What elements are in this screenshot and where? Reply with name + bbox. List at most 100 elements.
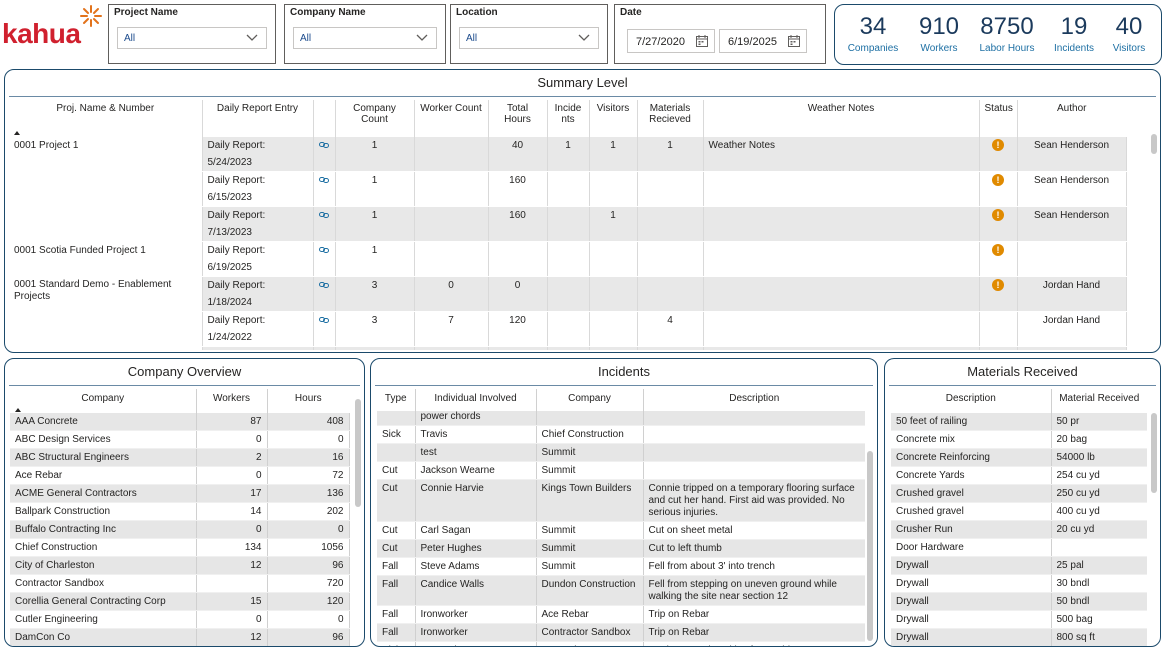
material-row[interactable]: Crushed gravel 400 cu yd (891, 502, 1147, 521)
project-name-dropdown[interactable]: All (117, 27, 267, 49)
col-header-company[interactable]: Company (536, 389, 644, 411)
link-icon[interactable] (319, 281, 329, 289)
link-icon[interactable] (319, 316, 329, 324)
link-icon[interactable] (319, 211, 329, 219)
col-header-visitors[interactable]: Visitors (589, 100, 638, 137)
link-cell[interactable] (313, 206, 336, 242)
company-row[interactable]: Delta Concrete81648 (10, 647, 349, 648)
col-header-workers[interactable]: Workers (196, 389, 268, 413)
location-dropdown[interactable]: All (459, 27, 599, 49)
link-cell[interactable] (313, 311, 336, 347)
incident-row[interactable]: Fall Ironworker Ace Rebar Trip on Rebar (377, 605, 865, 624)
col-header-incidents[interactable]: Incidents (547, 100, 590, 137)
company-scrollbar[interactable] (355, 399, 361, 507)
summary-table-viewport: Proj. Name & Number Daily Report Entry C… (9, 100, 1129, 350)
company-row[interactable]: City of Charleston 12 96 (10, 556, 350, 575)
link-cell[interactable] (313, 276, 336, 312)
company-row[interactable]: Ballpark Construction 14 202 (10, 502, 350, 521)
material-row[interactable]: Drywall Sheets100 ea (891, 647, 1147, 648)
incident-row[interactable]: Fall Steve Adams Summit Fell from about 3' … (377, 557, 865, 576)
report-entry-cell[interactable]: Daily Report: 5/24/2023 (202, 137, 314, 172)
material-row[interactable]: Concrete Yards 254 cu yd (891, 466, 1147, 485)
summary-scrollbar[interactable] (1151, 134, 1157, 154)
incident-row[interactable]: Fall Candice Walls Dundon Construction Fell… (377, 575, 865, 606)
col-header-weather[interactable]: Weather Notes (703, 100, 980, 137)
summary-row[interactable]: Daily Report: 6/15/2023 1 160! Sean Henders… (9, 171, 1127, 207)
material-row[interactable]: Crushed gravel 250 cu yd (891, 484, 1147, 503)
link-cell[interactable] (313, 171, 336, 207)
report-entry-cell[interactable]: Daily Report: 7/13/2023 (202, 206, 314, 242)
incident-row[interactable]: Cut Connie Harvie Kings Town Builders Conni… (377, 479, 865, 522)
company-row[interactable]: ABC Design Services 0 0 (10, 430, 350, 449)
incident-row[interactable]: Cut Jackson Wearne Summit (377, 461, 865, 480)
col-header-project[interactable]: Proj. Name & Number (9, 100, 203, 137)
material-row[interactable]: Drywall 25 pal (891, 556, 1147, 575)
col-header-total-hours[interactable]: Total Hours (488, 100, 548, 137)
summary-row[interactable]: 0001 Standard Demo - Enablement Projects… (9, 276, 1127, 312)
material-row[interactable]: Concrete mix 20 bag (891, 430, 1147, 449)
link-icon[interactable] (319, 141, 329, 149)
material-row[interactable]: Door Hardware (891, 538, 1147, 557)
report-entry-cell[interactable]: Daily Report: 10/1/2021 (202, 346, 314, 350)
company-row[interactable]: DamCon Co 12 96 (10, 628, 350, 646)
end-date-input[interactable]: 6/19/2025 (719, 29, 807, 53)
incident-company-cell: Kings Town Builders (536, 479, 644, 522)
company-name-dropdown[interactable]: All (293, 27, 437, 49)
company-row[interactable]: ABC Structural Engineers 2 16 (10, 448, 350, 467)
incident-row[interactable]: Cut Carl Sagan Summit Cut on sheet metal (377, 521, 865, 540)
col-header-type[interactable]: Type (377, 389, 416, 411)
link-cell[interactable] (313, 241, 336, 277)
company-row[interactable]: AAA Concrete 87 408 (10, 413, 350, 431)
material-row[interactable]: Drywall 50 bndl (891, 592, 1147, 611)
col-header-description[interactable]: Description (891, 389, 1052, 413)
incidents-scrollbar[interactable] (867, 451, 873, 641)
col-header-worker-count[interactable]: Worker Count (414, 100, 489, 137)
company-row[interactable]: Buffalo Contracting Inc 0 0 (10, 520, 350, 539)
link-cell[interactable] (313, 137, 336, 172)
col-header-company-count[interactable]: Company Count (335, 100, 415, 137)
material-row[interactable]: Drywall 800 sq ft (891, 628, 1147, 646)
incident-row[interactable]: power chords (377, 411, 865, 426)
col-header-entry[interactable]: Daily Report Entry (202, 100, 314, 137)
company-row[interactable]: Corellia General Contracting Corp 15 120 (10, 592, 350, 611)
col-header-materials[interactable]: Materials Recieved (637, 100, 704, 137)
report-entry-cell[interactable]: Daily Report: 6/19/2025 (202, 241, 314, 277)
material-row[interactable]: 50 feet of railing 50 pr (891, 413, 1147, 431)
link-icon[interactable] (319, 246, 329, 254)
incident-row[interactable]: Fall Ironworker Contractor Sandbox Trip on … (377, 623, 865, 642)
incident-row[interactable]: Cut Peter Hughes Summit Cut to left thumb (377, 539, 865, 558)
col-header-description[interactable]: Description (643, 389, 865, 411)
materials-scrollbar[interactable] (1151, 413, 1157, 493)
summary-row[interactable]: Daily Report: 10/1/2021 37120 4 Jordan Hand (9, 346, 1127, 350)
incident-row[interactable]: SickJon SmitAce RebarWorker tested posit… (377, 641, 865, 646)
company-row[interactable]: Contractor Sandbox 720 (10, 574, 350, 593)
hours-cell: 16 (267, 448, 350, 467)
col-header-company[interactable]: Company (10, 389, 197, 413)
company-row[interactable]: ACME General Contractors 17 136 (10, 484, 350, 503)
summary-row[interactable]: 0001 Scotia Funded Project 1 Daily Report… (9, 241, 1127, 277)
col-header-individual[interactable]: Individual Involved (415, 389, 537, 411)
company-row[interactable]: Ace Rebar 0 72 (10, 466, 350, 485)
material-row[interactable]: Crusher Run 20 cu yd (891, 520, 1147, 539)
company-row[interactable]: Cutler Engineering 0 0 (10, 610, 350, 629)
material-row[interactable]: Drywall 500 bag (891, 610, 1147, 629)
report-entry-cell[interactable]: Daily Report: 6/15/2023 (202, 171, 314, 207)
summary-row[interactable]: Daily Report: 1/24/2022 3 7 120 4 Jordan Hand (9, 311, 1127, 347)
material-row[interactable]: Concrete Reinforcing 54000 lb (891, 448, 1147, 467)
col-header-status[interactable]: Status (979, 100, 1018, 137)
kpi-label: Incidents (1053, 43, 1095, 54)
col-header-hours[interactable]: Hours (267, 389, 349, 413)
report-entry-cell[interactable]: Daily Report: 1/24/2022 (202, 311, 314, 347)
company-row[interactable]: Chief Construction 134 1056 (10, 538, 350, 557)
incident-row[interactable]: test Summit (377, 443, 865, 462)
report-entry-cell[interactable]: Daily Report: 1/18/2024 (202, 276, 314, 312)
col-header-author[interactable]: Author (1017, 100, 1126, 137)
col-header-received[interactable]: Material Received (1051, 389, 1147, 413)
start-date-input[interactable]: 7/27/2020 (627, 29, 715, 53)
link-icon[interactable] (319, 176, 329, 184)
summary-row[interactable]: 0001 Project 1 Daily Report: 5/24/2023 1 40… (9, 137, 1127, 172)
material-row[interactable]: Drywall 30 bndl (891, 574, 1147, 593)
link-cell[interactable] (313, 346, 336, 350)
summary-row[interactable]: Daily Report: 7/13/2023 1 160 1! Sean Hender… (9, 206, 1127, 242)
incident-row[interactable]: Sick Travis Chief Construction (377, 425, 865, 444)
